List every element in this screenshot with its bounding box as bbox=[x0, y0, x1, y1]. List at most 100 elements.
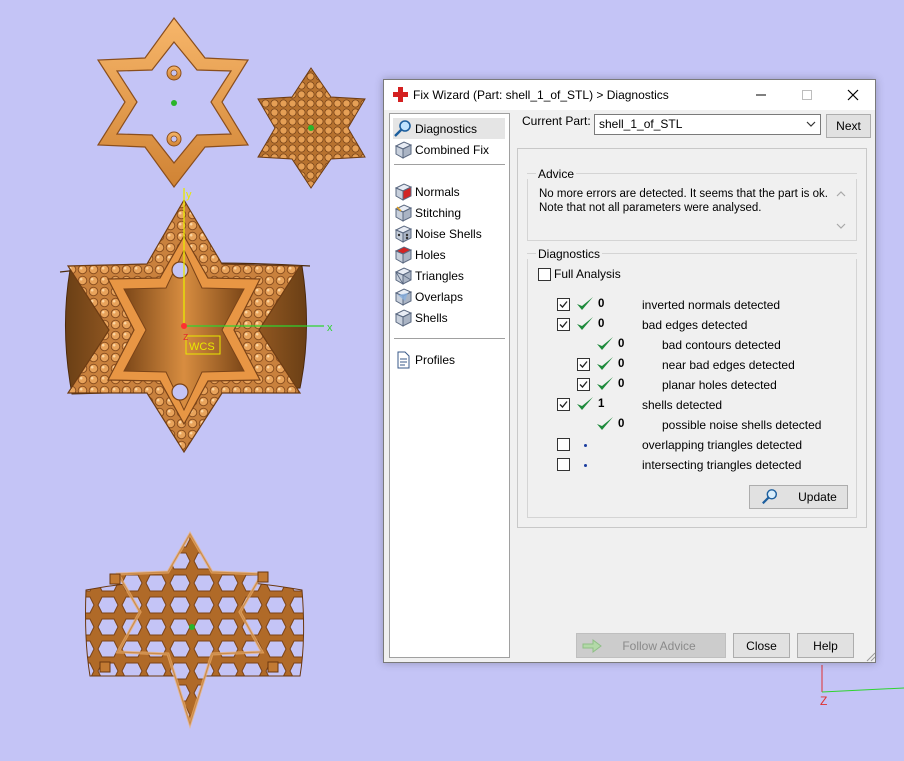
title-bar[interactable]: Fix Wizard (Part: shell_1_of_STL) > Diag… bbox=[384, 80, 875, 110]
diagnostic-checkbox[interactable] bbox=[557, 318, 570, 331]
full-analysis-checkbox[interactable] bbox=[538, 268, 551, 281]
green-check-icon bbox=[597, 337, 613, 350]
diagnostic-count: 0 bbox=[618, 418, 625, 430]
diagnostic-count: 1 bbox=[598, 398, 605, 410]
diagnostics-group-title: Diagnostics bbox=[536, 247, 603, 261]
diagnostic-count: 0 bbox=[618, 358, 625, 370]
help-button[interactable]: Help bbox=[797, 633, 854, 658]
close-button[interactable]: Close bbox=[733, 633, 790, 658]
holes-cube-icon bbox=[394, 245, 413, 264]
checkmark-icon bbox=[559, 321, 568, 328]
diagnostic-label: bad edges detected bbox=[642, 318, 748, 332]
current-part-label: Current Part: bbox=[522, 114, 591, 128]
beaded-star-model[interactable] bbox=[257, 67, 366, 189]
nav-item-diagnostics[interactable]: Diagnostics bbox=[393, 118, 505, 139]
checkmark-icon bbox=[559, 301, 568, 308]
nav-item-normals[interactable]: Normals bbox=[393, 181, 505, 202]
maximize-button[interactable] bbox=[784, 80, 830, 110]
nav-label: Shells bbox=[415, 310, 448, 325]
stitching-cube-icon bbox=[394, 203, 413, 222]
nav-separator bbox=[394, 164, 505, 165]
axis-triad-secondary bbox=[821, 665, 904, 693]
maximize-icon bbox=[802, 90, 812, 100]
nav-label: Overlaps bbox=[415, 289, 464, 304]
nav-item-combined-fix[interactable]: Combined Fix bbox=[393, 139, 505, 160]
nav-item-triangles[interactable]: Triangles bbox=[393, 265, 505, 286]
wcs-label: WCS bbox=[189, 341, 215, 353]
advice-text-line-2: Note that not all parameters were analys… bbox=[539, 202, 762, 214]
axis-z-label: z bbox=[183, 331, 189, 343]
document-icon bbox=[397, 351, 410, 368]
diagnostic-checkbox[interactable] bbox=[557, 458, 570, 471]
advice-text-line-1: No more errors are detected. It seems th… bbox=[539, 188, 828, 200]
resize-grip-icon[interactable] bbox=[865, 651, 876, 662]
nav-label: Combined Fix bbox=[415, 142, 490, 157]
diagnostic-checkbox[interactable] bbox=[557, 298, 570, 311]
green-check-icon bbox=[577, 297, 593, 310]
minimize-icon bbox=[756, 94, 766, 96]
advice-group-title: Advice bbox=[536, 167, 577, 181]
green-check-icon bbox=[577, 397, 593, 410]
diagnostic-count: 0 bbox=[618, 378, 625, 390]
shells-cube-icon bbox=[394, 308, 413, 327]
not-analysed-dot-icon bbox=[584, 464, 587, 467]
diagnostic-label: possible noise shells detected bbox=[662, 418, 822, 432]
axis-z-label-secondary: Z bbox=[820, 694, 828, 708]
green-check-icon bbox=[597, 417, 613, 430]
nav-label: Triangles bbox=[415, 268, 464, 283]
diagnostic-label: planar holes detected bbox=[662, 378, 777, 392]
diagnostic-checkbox[interactable] bbox=[577, 378, 590, 391]
current-part-value: shell_1_of_STL bbox=[599, 117, 683, 131]
magnifier-icon bbox=[394, 119, 411, 137]
nav-label: Stitching bbox=[415, 205, 462, 220]
arrow-right-icon bbox=[582, 639, 602, 653]
diagnostic-label: intersecting triangles detected bbox=[642, 458, 802, 472]
close-window-button[interactable] bbox=[830, 80, 876, 110]
next-button[interactable]: Next bbox=[826, 114, 871, 138]
update-label: Update bbox=[798, 490, 837, 504]
nav-item-stitching[interactable]: Stitching bbox=[393, 202, 505, 223]
axis-x-label: x bbox=[327, 322, 333, 334]
green-check-icon bbox=[597, 377, 613, 390]
chevron-down-icon bbox=[806, 121, 816, 127]
diagnostic-label: near bad edges detected bbox=[662, 358, 795, 372]
nav-item-overlaps[interactable]: Overlaps bbox=[393, 286, 505, 307]
red-cross-icon bbox=[393, 87, 408, 102]
nav-label: Normals bbox=[415, 184, 460, 199]
diagnostic-checkbox[interactable] bbox=[577, 358, 590, 371]
diagnostic-checkbox[interactable] bbox=[557, 438, 570, 451]
follow-advice-label: Follow Advice bbox=[622, 638, 696, 653]
nav-separator bbox=[394, 338, 505, 339]
update-button[interactable]: Update bbox=[749, 485, 848, 509]
advice-group-border bbox=[527, 173, 857, 174]
noise-shells-cube-icon bbox=[394, 224, 413, 243]
follow-advice-button[interactable]: Follow Advice bbox=[576, 633, 726, 658]
cube-icon bbox=[394, 140, 413, 159]
lattice-ring-model[interactable] bbox=[85, 531, 305, 730]
star-pendant-model[interactable] bbox=[96, 16, 250, 189]
axis-y-label: y bbox=[186, 189, 192, 201]
magnifier-icon bbox=[762, 489, 778, 505]
nav-label: Diagnostics bbox=[415, 121, 478, 136]
full-analysis-label: Full Analysis bbox=[554, 267, 621, 281]
nav-item-holes[interactable]: Holes bbox=[393, 244, 505, 265]
minimize-button[interactable] bbox=[738, 80, 784, 110]
not-analysed-dot-icon bbox=[584, 444, 587, 447]
current-part-select[interactable]: shell_1_of_STL bbox=[594, 114, 821, 135]
nav-label: Profiles bbox=[415, 352, 456, 367]
diagnostic-checkbox[interactable] bbox=[557, 398, 570, 411]
diagnostic-label: overlapping triangles detected bbox=[642, 438, 803, 452]
diagnostic-label: bad contours detected bbox=[662, 338, 781, 352]
checkmark-icon bbox=[579, 361, 588, 368]
overlaps-cube-icon bbox=[394, 287, 413, 306]
green-check-icon bbox=[597, 357, 613, 370]
checkmark-icon bbox=[559, 401, 568, 408]
nav-item-noise-shells[interactable]: Noise Shells bbox=[393, 223, 505, 244]
fix-wizard-dialog: Fix Wizard (Part: shell_1_of_STL) > Diag… bbox=[383, 79, 876, 663]
triangles-cube-icon bbox=[394, 266, 413, 285]
green-check-icon bbox=[577, 317, 593, 330]
nav-item-profiles[interactable]: Profiles bbox=[393, 349, 505, 370]
advice-scrollbar[interactable] bbox=[833, 187, 849, 233]
diagnostic-count: 0 bbox=[618, 338, 625, 350]
nav-item-shells[interactable]: Shells bbox=[393, 307, 505, 328]
